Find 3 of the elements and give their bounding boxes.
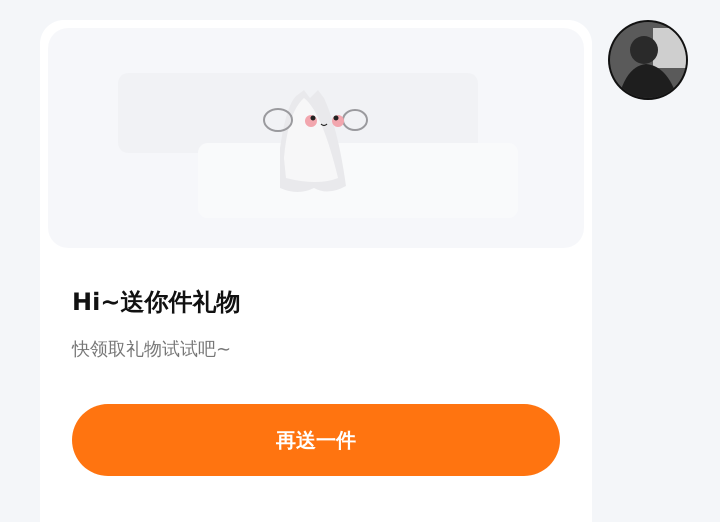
card-subtitle: 快领取礼物试试吧~ xyxy=(72,338,232,362)
send-again-button[interactable]: 再送一件 xyxy=(72,404,560,476)
card-title: Hi~送你件礼物 xyxy=(72,287,242,318)
